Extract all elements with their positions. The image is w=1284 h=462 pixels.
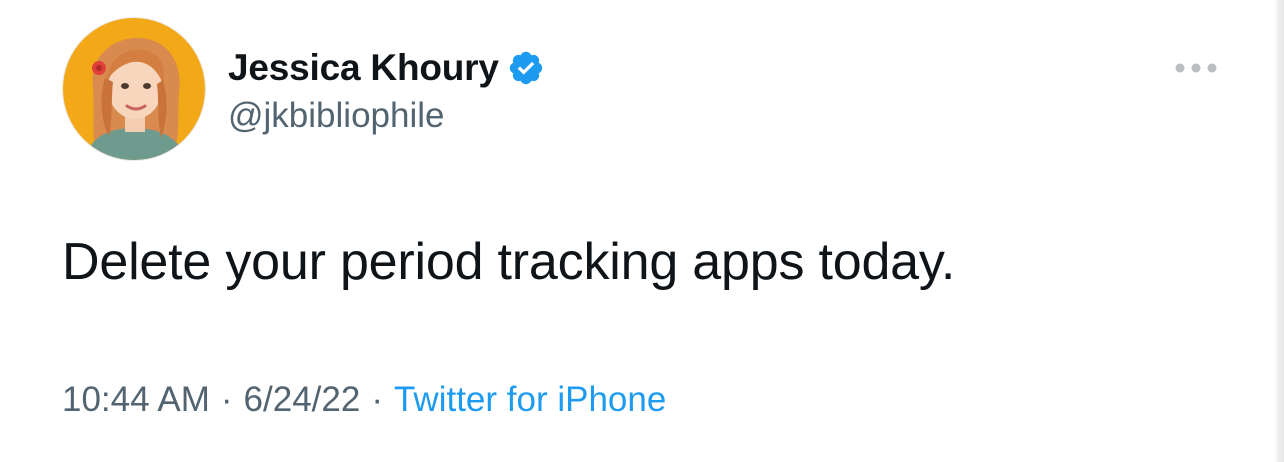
- verified-badge-icon: [507, 49, 545, 87]
- author-display-name[interactable]: Jessica Khoury: [228, 47, 499, 89]
- author-handle[interactable]: @jkbibliophile: [228, 96, 444, 136]
- more-options-icon[interactable]: [1168, 52, 1224, 84]
- tweet-date[interactable]: 6/24/22: [244, 380, 361, 420]
- meta-separator: ·: [220, 380, 233, 419]
- profile-avatar[interactable]: [63, 18, 205, 160]
- screen-edge: [1274, 0, 1284, 462]
- author-name-row: Jessica Khoury: [228, 44, 545, 92]
- tweet-source-link[interactable]: Twitter for iPhone: [394, 380, 666, 420]
- meta-separator: ·: [371, 380, 383, 419]
- tweet-card: Jessica Khoury @jkbibliophile Delete you…: [0, 0, 1284, 462]
- tweet-metadata: 10:44 AM · 6/24/22 · Twitter for iPhone: [62, 380, 666, 420]
- tweet-text: Delete your period tracking apps today.: [62, 233, 956, 291]
- avatar-image: [63, 18, 205, 160]
- tweet-time[interactable]: 10:44 AM: [62, 380, 210, 420]
